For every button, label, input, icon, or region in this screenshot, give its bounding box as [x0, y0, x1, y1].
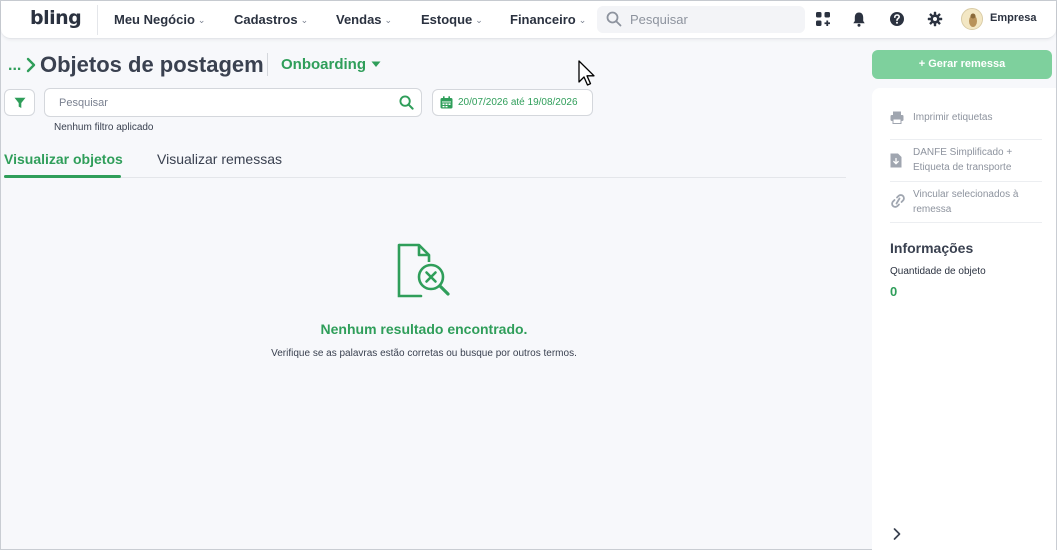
title-divider [267, 53, 268, 76]
tab-visualizar-remessas[interactable]: Visualizar remessas [157, 151, 282, 167]
nav-label: Financeiro [510, 12, 576, 27]
empty-state-subtitle: Verifique se as palavras estão corretas … [271, 348, 577, 359]
search-icon [606, 11, 622, 27]
global-search [597, 6, 805, 33]
chevron-down-icon: ⌄ [197, 15, 206, 25]
print-labels-action[interactable]: Imprimir etiquetas [890, 102, 1042, 140]
objects-search-input[interactable] [59, 95, 389, 111]
nav-label: Estoque [421, 12, 473, 27]
chevron-down-icon: ⌄ [300, 15, 309, 25]
generate-shipment-button[interactable]: + Gerar remessa [872, 50, 1052, 79]
nav-meu-negocio[interactable]: Meu Negócio ⌄ [114, 12, 205, 27]
nav-divider [97, 5, 98, 35]
date-range-label: 20/07/2026 até 19/08/2026 [458, 97, 578, 108]
breadcrumb-ellipsis[interactable]: ... [8, 57, 21, 75]
tabs-divider [4, 177, 846, 178]
help-icon[interactable] [889, 11, 905, 27]
file-download-icon [890, 153, 902, 168]
printer-icon [890, 111, 904, 124]
quantity-value: 0 [890, 284, 898, 299]
active-tab-indicator [4, 175, 121, 178]
actions-panel: Imprimir etiquetas DANFE Simplificado + … [872, 88, 1056, 550]
nav-label: Cadastros [234, 12, 298, 27]
danfe-label-action[interactable]: DANFE Simplificado + Etiqueta de transpo… [890, 140, 1042, 182]
info-title: Informações [890, 240, 974, 256]
filter-status: Nenhum filtro aplicado [54, 122, 154, 133]
chevron-down-icon: ⌄ [578, 15, 587, 25]
global-search-input[interactable] [630, 10, 795, 29]
nav-label: Vendas [336, 12, 382, 27]
nav-cadastros[interactable]: Cadastros ⌄ [234, 12, 308, 27]
action-label: Vincular selecionados à remessa [913, 189, 1019, 215]
quantity-label: Quantidade de objeto [890, 266, 986, 277]
date-range-button[interactable]: 20/07/2026 até 19/08/2026 [432, 89, 593, 116]
filter-button[interactable] [4, 89, 35, 116]
company-name[interactable]: Empresa [990, 12, 1036, 24]
page-title: Objetos de postagem [40, 52, 264, 77]
action-label: DANFE Simplificado + Etiqueta de transpo… [913, 147, 1013, 173]
nav-financeiro[interactable]: Financeiro ⌄ [510, 12, 586, 27]
top-navigation-bar: bling Meu Negócio ⌄ Cadastros ⌄ Vendas ⌄ Es… [1, 1, 1056, 39]
bling-logo[interactable]: bling [30, 7, 82, 29]
apps-icon[interactable] [815, 11, 831, 27]
objects-search [44, 88, 422, 117]
nav-estoque[interactable]: Estoque ⌄ [421, 12, 483, 27]
nav-vendas[interactable]: Vendas ⌄ [336, 12, 392, 27]
onboarding-dropdown[interactable]: Onboarding [281, 56, 381, 73]
onboarding-label: Onboarding [281, 56, 366, 73]
company-avatar[interactable] [961, 8, 983, 30]
avatar-image [963, 10, 982, 29]
chevron-down-icon: ⌄ [475, 15, 483, 25]
no-results-icon [397, 243, 450, 298]
tab-visualizar-objetos[interactable]: Visualizar objetos [4, 151, 123, 167]
link-icon [891, 194, 905, 208]
filter-icon [14, 97, 26, 108]
caret-down-icon [371, 61, 381, 67]
mouse-cursor-icon [578, 60, 595, 86]
link-shipment-action[interactable]: Vincular selecionados à remessa [890, 182, 1042, 223]
gear-icon[interactable] [927, 11, 943, 27]
action-label: Imprimir etiquetas [913, 112, 993, 123]
empty-state-title: Nenhum resultado encontrado. [320, 321, 528, 337]
chevron-down-icon: ⌄ [384, 15, 393, 25]
bell-icon[interactable] [851, 11, 867, 27]
chevron-right-icon[interactable] [892, 527, 902, 541]
chevron-right-icon [26, 57, 36, 73]
nav-label: Meu Negócio [114, 12, 195, 27]
calendar-icon [440, 96, 453, 109]
search-icon[interactable] [399, 95, 414, 110]
